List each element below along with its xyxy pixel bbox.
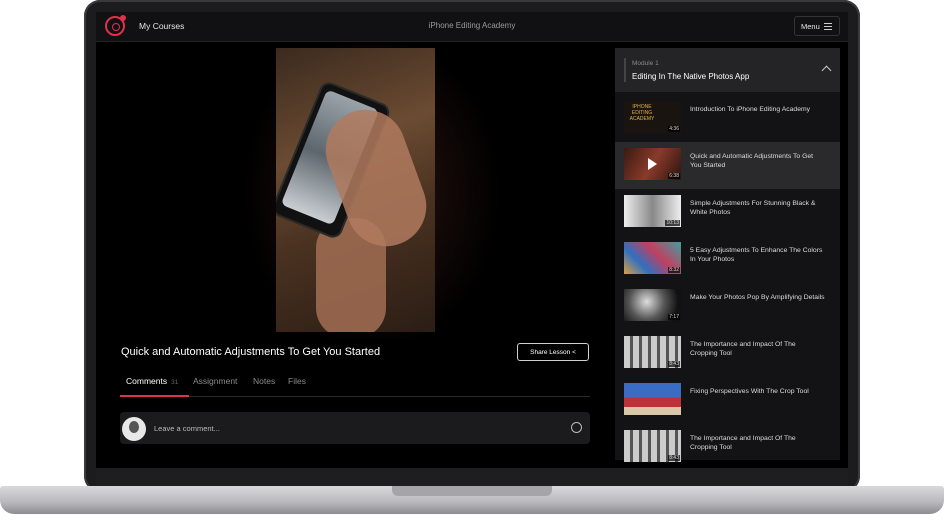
screen-bezel-bottom [96,468,848,486]
lesson-item-title: The Importance and Impact Of The Croppin… [690,341,796,357]
lesson-item-title: Make Your Photos Pop By Amplifying Detai… [690,294,825,301]
lesson-sidebar: Module 1 Editing In The Native Photos Ap… [615,48,840,462]
lesson-item-title: The Importance and Impact Of The Croppin… [690,435,796,451]
laptop-notch [392,486,552,496]
lesson-item-title: Quick and Automatic Adjustments To Get Y… [690,153,814,169]
lesson-item[interactable]: 8:32 5 Easy Adjustments To Enhance The C… [615,236,840,283]
duration-badge: 10:13 [665,220,680,226]
emoji-icon[interactable] [571,422,582,433]
lesson-item-title: Simple Adjustments For Stunning Black & … [690,200,816,216]
lesson-item[interactable]: 8:43 The Importance and Impact Of The Cr… [615,424,840,471]
module-title: Editing In The Native Photos App [632,72,750,81]
lesson-item[interactable]: 8:43 The Importance and Impact Of The Cr… [615,330,840,377]
tab-comments[interactable]: Comments 31 [126,376,178,386]
app-title: iPhone Editing Academy [428,21,516,30]
lesson-thumbnail: 8:43 [624,336,681,368]
menu-label: Menu [801,22,820,31]
duration-badge: 7:17 [668,314,680,320]
lesson-thumbnail: 8:43 [624,430,681,462]
active-tab-indicator [120,395,189,397]
lesson-thumbnail: 7:17 [624,289,681,321]
duration-badge: 8:43 [668,455,680,461]
lesson-thumbnail [624,383,681,415]
lesson-item-title: 5 Easy Adjustments To Enhance The Colors… [690,247,823,263]
share-lesson-button[interactable]: Share Lesson < [517,343,589,361]
lesson-thumbnail: 6:38 [624,148,681,180]
module-number: Module 1 [632,60,659,67]
comment-placeholder: Leave a comment... [154,424,220,433]
duration-badge: 4:36 [668,126,680,132]
tab-files[interactable]: Files [288,376,306,386]
lesson-item[interactable]: 7:17 Make Your Photos Pop By Amplifying … [615,283,840,330]
lesson-item[interactable]: 10:13 Simple Adjustments For Stunning Bl… [615,189,840,236]
lesson-item-title: Introduction To iPhone Editing Academy [690,106,811,113]
lesson-title: Quick and Automatic Adjustments To Get Y… [121,346,381,358]
share-icon: < [572,349,576,356]
top-bar: My Courses iPhone Editing Academy Menu [96,12,848,42]
comment-count: 31 [171,379,179,386]
avatar [122,417,146,441]
duration-badge: 8:32 [668,267,680,273]
share-label: Share Lesson [530,349,571,356]
chevron-up-icon[interactable] [821,65,832,76]
duration-badge: 6:38 [668,173,680,179]
comment-input[interactable]: Leave a comment... [120,412,590,444]
lesson-item-title: Fixing Perspectives With The Crop Tool [690,388,809,395]
thumbnail-caption: IPHONE EDITING ACADEMY [629,104,655,122]
lesson-item-active[interactable]: 6:38 Quick and Automatic Adjustments To … [615,142,840,189]
play-icon [648,158,657,170]
lesson-tabs: Comments 31 Assignment Notes Files [120,374,590,397]
lesson-thumbnail: 8:32 [624,242,681,274]
hamburger-icon [824,23,832,24]
video-frame [276,48,435,332]
module-header[interactable]: Module 1 Editing In The Native Photos Ap… [615,48,840,92]
lesson-item[interactable]: IPHONE EDITING ACADEMY 4:36 Introduction… [615,95,840,142]
app-screen: My Courses iPhone Editing Academy Menu Q… [96,12,848,486]
duration-badge: 8:43 [668,361,680,367]
tab-label: Comments [126,376,168,386]
lesson-item[interactable]: Fixing Perspectives With The Crop Tool [615,377,840,424]
video-player[interactable] [96,42,602,338]
lesson-thumbnail: 10:13 [624,195,681,227]
tab-notes[interactable]: Notes [253,376,275,386]
lesson-thumbnail: IPHONE EDITING ACADEMY 4:36 [624,101,681,133]
menu-button[interactable]: Menu [794,16,840,36]
tab-assignment[interactable]: Assignment [193,376,237,386]
